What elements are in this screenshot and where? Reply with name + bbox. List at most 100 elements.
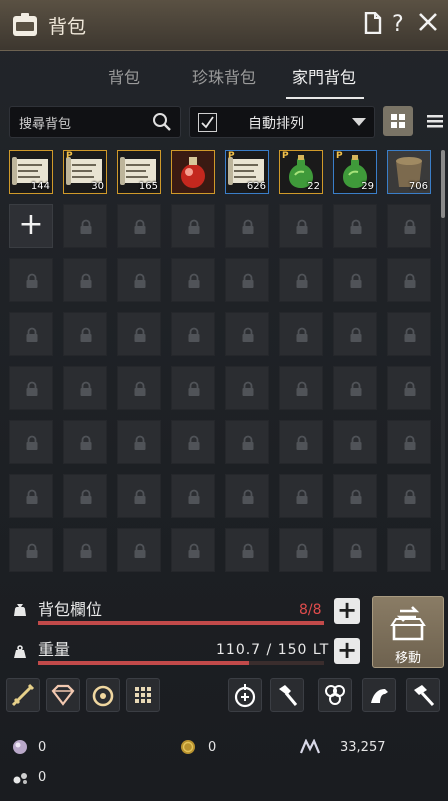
locked-slot[interactable] (387, 474, 431, 518)
add-slots-button[interactable]: + (334, 598, 360, 624)
locked-slot[interactable] (279, 420, 323, 464)
tab-pearl-inventory[interactable]: 珍珠背包 (192, 64, 256, 88)
locked-slot[interactable] (171, 258, 215, 302)
lock-icon (80, 219, 92, 234)
locked-slot[interactable] (333, 204, 377, 248)
list-view-button[interactable] (420, 106, 448, 136)
inventory-item[interactable]: 706 (387, 150, 431, 194)
locked-slot[interactable] (117, 474, 161, 518)
locked-slot[interactable] (117, 312, 161, 356)
document-icon[interactable] (364, 11, 382, 41)
locked-slot[interactable] (333, 528, 377, 572)
move-button[interactable]: 移動 (372, 596, 444, 668)
inventory-item[interactable]: P 29 (333, 150, 377, 194)
locked-slot[interactable] (117, 204, 161, 248)
locked-slot[interactable] (9, 258, 53, 302)
locked-slot[interactable] (117, 258, 161, 302)
locked-slot[interactable] (9, 528, 53, 572)
locked-slot[interactable] (171, 366, 215, 410)
search-input[interactable]: 搜尋背包 (9, 106, 181, 138)
locked-slot[interactable] (333, 312, 377, 356)
crystal-button[interactable] (46, 678, 80, 712)
manufacture-button[interactable] (86, 678, 120, 712)
locked-slot[interactable] (387, 528, 431, 572)
inventory-item[interactable] (171, 150, 215, 194)
help-icon[interactable]: ? (392, 12, 404, 38)
locked-slot[interactable] (171, 420, 215, 464)
lock-icon (80, 381, 92, 396)
scrollbar-thumb[interactable] (441, 150, 445, 218)
locked-slot[interactable] (225, 312, 269, 356)
locked-slot[interactable] (63, 420, 107, 464)
locked-slot[interactable] (279, 366, 323, 410)
locked-slot[interactable] (225, 366, 269, 410)
auto-sort-dropdown[interactable]: 自動排列 (189, 106, 375, 138)
locked-slot[interactable] (63, 312, 107, 356)
lock-icon (134, 381, 146, 396)
add-weight-button[interactable]: + (334, 638, 360, 664)
locked-slot[interactable] (171, 474, 215, 518)
lock-icon (296, 543, 308, 558)
title-bar[interactable]: 背包 ? (0, 0, 448, 51)
locked-slot[interactable] (225, 204, 269, 248)
grid-view-button[interactable] (383, 106, 413, 136)
locked-slot[interactable] (171, 528, 215, 572)
locked-slot[interactable] (9, 420, 53, 464)
locked-slot[interactable] (333, 474, 377, 518)
locked-slot[interactable] (387, 258, 431, 302)
tab-inventory[interactable]: 背包 (108, 64, 140, 88)
locked-slot[interactable] (63, 366, 107, 410)
locked-slot[interactable] (63, 528, 107, 572)
repair-button[interactable] (270, 678, 304, 712)
locked-slot[interactable] (279, 474, 323, 518)
locked-slot[interactable] (225, 258, 269, 302)
locked-slot[interactable] (225, 474, 269, 518)
list-icon (427, 115, 443, 128)
inventory-item[interactable]: 165 (117, 150, 161, 194)
locked-slot[interactable] (279, 312, 323, 356)
locked-slot[interactable] (279, 258, 323, 302)
locked-slot[interactable] (63, 258, 107, 302)
node-button[interactable] (318, 678, 352, 712)
inventory-item[interactable]: 144 (9, 150, 53, 194)
premium-badge: P (66, 151, 73, 161)
locked-slot[interactable] (171, 204, 215, 248)
locked-slot[interactable] (117, 366, 161, 410)
inventory-item[interactable]: P 22 (279, 150, 323, 194)
inventory-item[interactable]: P 30 (63, 150, 107, 194)
add-slot-button[interactable]: + (9, 204, 53, 248)
locked-slot[interactable] (279, 204, 323, 248)
locked-slot[interactable] (117, 528, 161, 572)
auto-sort-checkbox[interactable] (198, 113, 217, 132)
locked-slot[interactable] (387, 204, 431, 248)
locked-slot[interactable] (387, 312, 431, 356)
dropdown-arrow-icon[interactable] (352, 118, 366, 126)
locked-slot[interactable] (63, 474, 107, 518)
search-icon[interactable] (152, 112, 172, 132)
locked-slot[interactable] (387, 366, 431, 410)
locked-slot[interactable] (333, 258, 377, 302)
locked-slot[interactable] (63, 204, 107, 248)
sword-icon (11, 683, 35, 707)
locked-slot[interactable] (225, 528, 269, 572)
locked-slot[interactable] (333, 420, 377, 464)
locked-slot[interactable] (333, 366, 377, 410)
enhance-button[interactable] (6, 678, 40, 712)
grid-layout-button[interactable] (126, 678, 160, 712)
locked-slot[interactable] (171, 312, 215, 356)
lock-icon (350, 489, 362, 504)
close-icon[interactable] (418, 12, 438, 39)
locked-slot[interactable] (9, 474, 53, 518)
locked-slot[interactable] (9, 312, 53, 356)
inventory-item[interactable]: P 626 (225, 150, 269, 194)
locked-slot[interactable] (387, 420, 431, 464)
locked-slot[interactable] (117, 420, 161, 464)
alchemy-button[interactable] (228, 678, 262, 712)
tab-family-inventory[interactable]: 家門背包 (292, 64, 356, 88)
locked-slot[interactable] (9, 366, 53, 410)
forge-button[interactable] (406, 678, 440, 712)
locked-slot[interactable] (279, 528, 323, 572)
scrollbar[interactable] (441, 150, 445, 570)
horse-button[interactable] (362, 678, 396, 712)
locked-slot[interactable] (225, 420, 269, 464)
